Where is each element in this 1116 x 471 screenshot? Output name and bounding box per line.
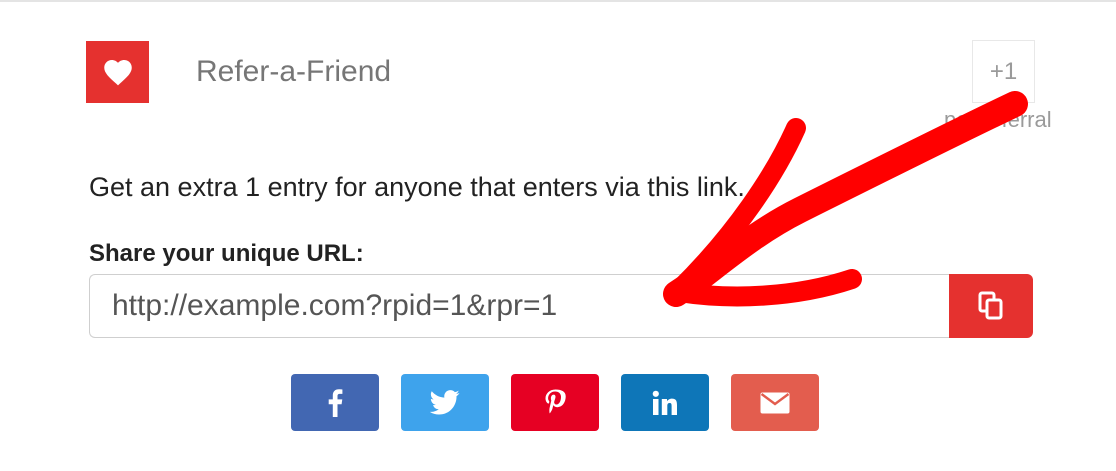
twitter-icon xyxy=(430,390,460,415)
refer-a-friend-badge xyxy=(86,41,149,103)
points-badge: +1 xyxy=(972,40,1035,103)
facebook-icon xyxy=(328,388,343,417)
copy-icon xyxy=(978,291,1003,320)
heart-icon xyxy=(103,59,132,85)
top-divider xyxy=(0,0,1116,2)
envelope-icon xyxy=(760,392,790,413)
share-pinterest-button[interactable] xyxy=(511,374,599,431)
share-linkedin-button[interactable] xyxy=(621,374,709,431)
entry-title: Refer-a-Friend xyxy=(196,55,392,88)
referral-url-input[interactable] xyxy=(89,274,950,338)
share-facebook-button[interactable] xyxy=(291,374,379,431)
points-label: per referral xyxy=(944,107,1052,132)
share-email-button[interactable] xyxy=(731,374,819,431)
share-url-label: Share your unique URL: xyxy=(89,240,364,267)
copy-url-button[interactable] xyxy=(949,274,1033,338)
points-value: +1 xyxy=(989,57,1018,85)
entry-description: Get an extra 1 entry for anyone that ent… xyxy=(89,172,745,202)
pinterest-icon xyxy=(545,389,566,413)
share-twitter-button[interactable] xyxy=(401,374,489,431)
linkedin-icon xyxy=(652,390,677,415)
